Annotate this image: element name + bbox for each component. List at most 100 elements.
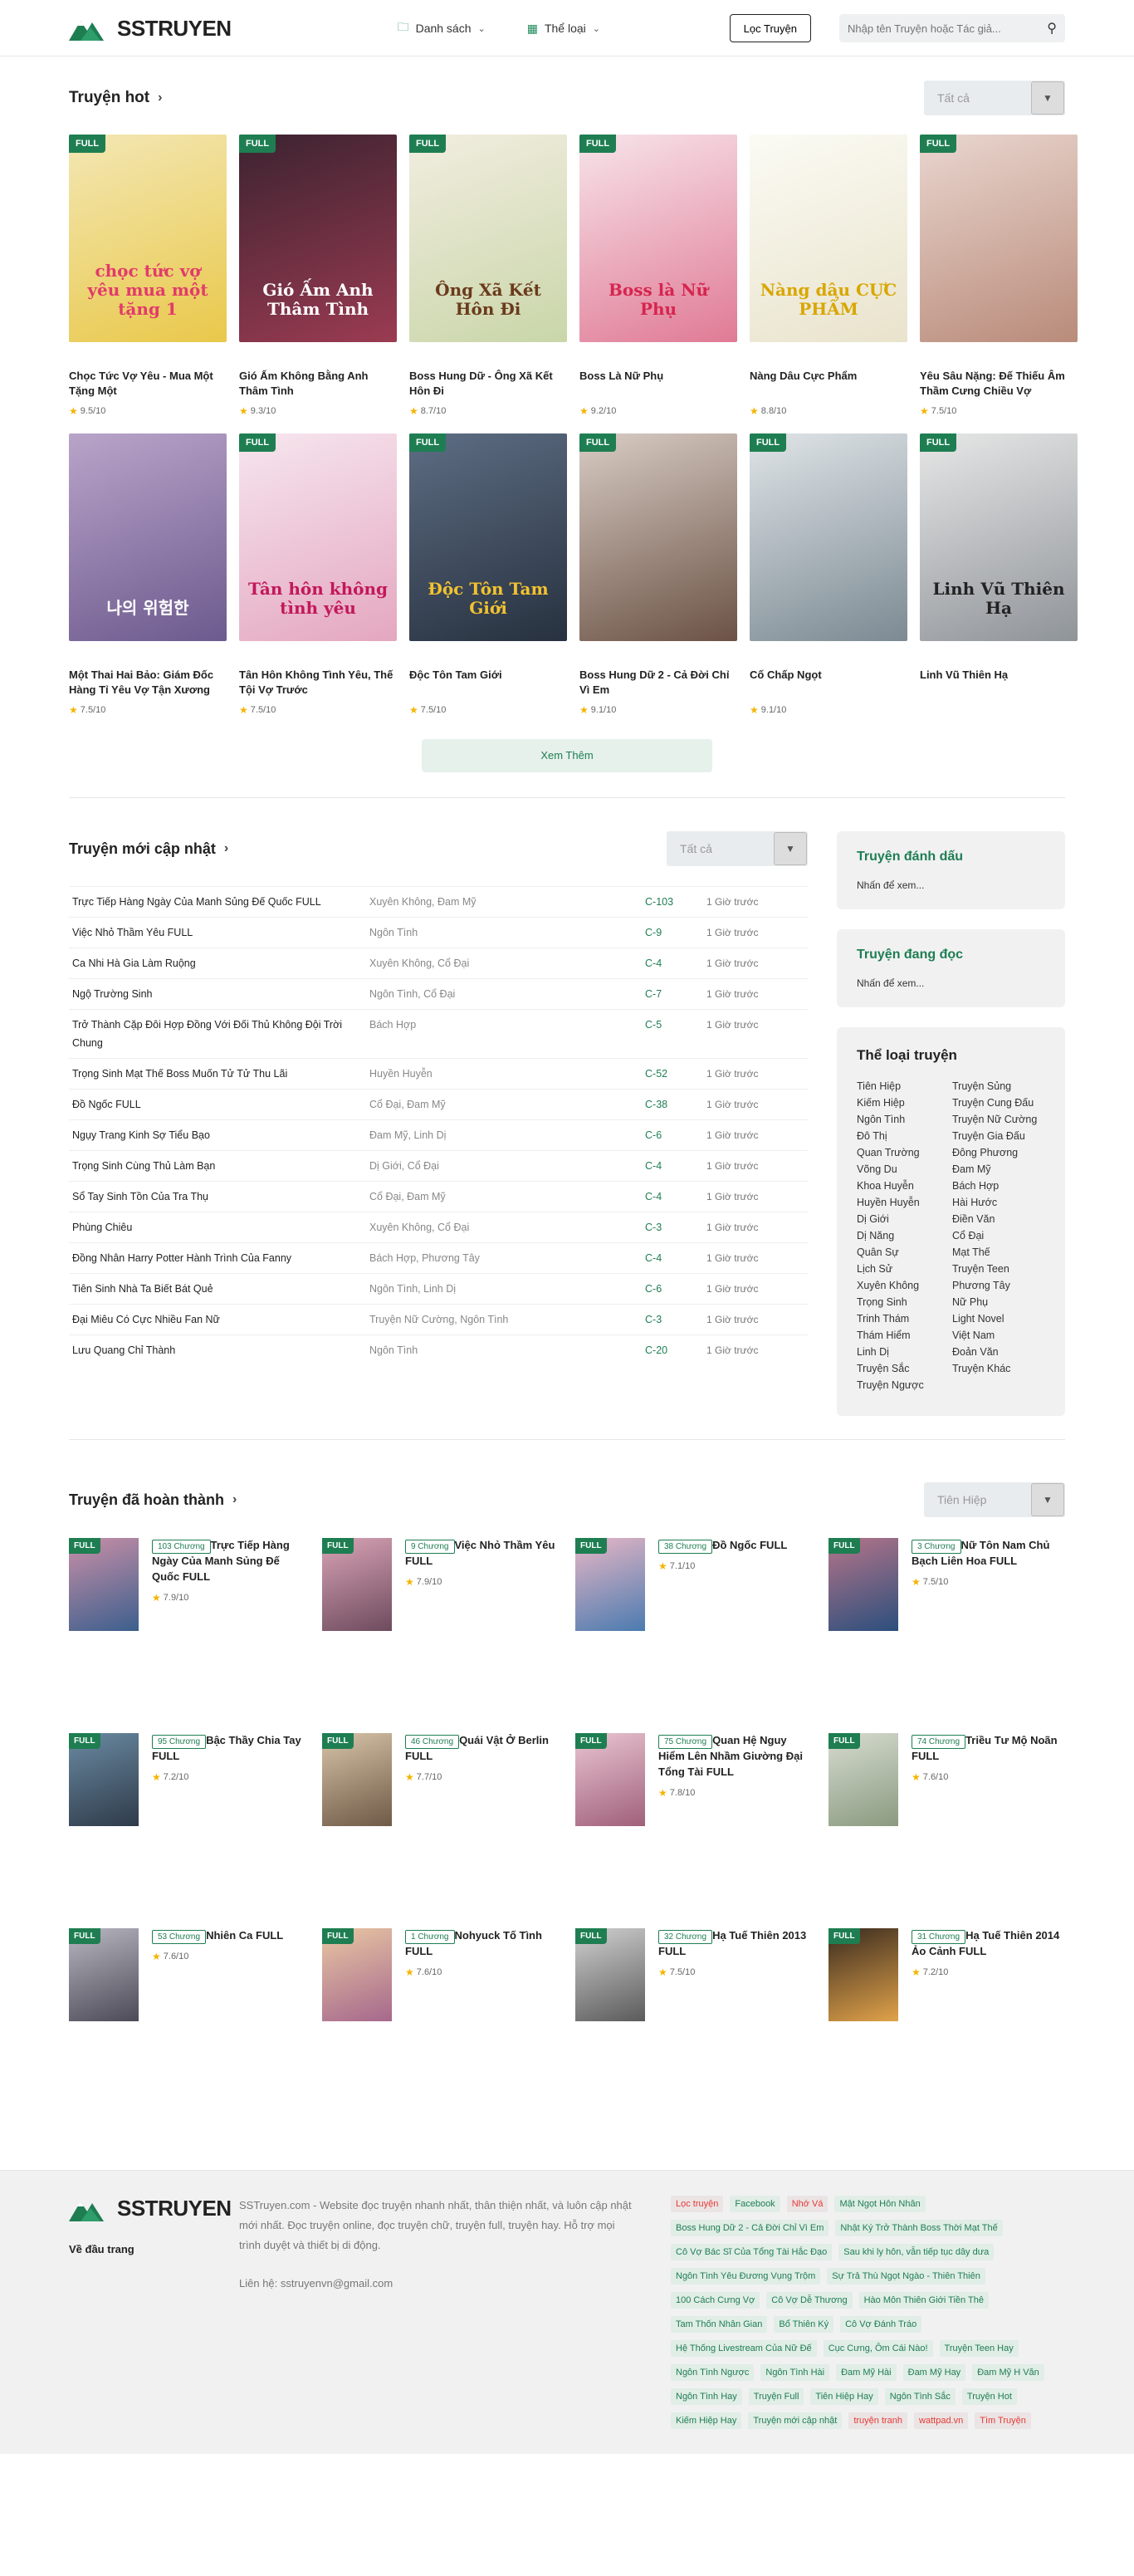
footer-tag-link[interactable]: Cô Vợ Đánh Tráo (840, 2316, 922, 2333)
site-logo[interactable]: SSTRUYEN (69, 16, 232, 42)
story-title[interactable]: Nàng Dâu Cực Phẩm (750, 369, 907, 399)
story-cover[interactable]: FULL Gió Ấm Anh Thâm Tình (239, 135, 397, 342)
footer-tag-link[interactable]: truyện tranh (848, 2412, 908, 2429)
story-title[interactable]: Chọc Tức Vợ Yêu - Mua Một Tặng Một (69, 369, 227, 399)
category-link[interactable]: Cổ Đại (952, 1230, 1048, 1241)
story-card[interactable]: FULL Gió Ấm Anh Thâm Tình Gió Ấm Không Bằn… (239, 135, 397, 417)
footer-tag-link[interactable]: Tìm Truyện (975, 2412, 1031, 2429)
story-title[interactable]: Boss Là Nữ Phụ (579, 369, 737, 399)
story-cover[interactable]: FULL (575, 1928, 645, 2021)
category-link[interactable]: Linh Dị (857, 1346, 952, 1358)
story-genres[interactable]: Xuyên Không, Cổ Đại (369, 1218, 645, 1237)
story-cover[interactable]: FULL (322, 1538, 392, 1631)
footer-tag-link[interactable]: Boss Hung Dữ 2 - Cả Đời Chỉ Vì Em (671, 2220, 829, 2236)
story-title[interactable]: Boss Hung Dữ - Ông Xã Kết Hôn Đi (409, 369, 567, 399)
story-genres[interactable]: Đam Mỹ, Linh Dị (369, 1126, 645, 1144)
reading-stories-box[interactable]: Truyện đang đọc Nhấn để xem... (837, 929, 1065, 1007)
story-title[interactable]: Đồ Ngốc FULL (712, 1539, 787, 1551)
chapter-link[interactable]: C-38 (645, 1095, 706, 1114)
story-name-link[interactable]: Trở Thành Cặp Đôi Hợp Đồng Với Đối Thủ K… (72, 1016, 369, 1052)
footer-tag-link[interactable]: Truyện Hot (961, 2388, 1017, 2405)
story-title[interactable]: Yêu Sâu Nặng: Đế Thiếu Âm Thầm Cưng Chiề… (920, 369, 1078, 399)
footer-tag-link[interactable]: Ngôn Tình Ngược (671, 2364, 755, 2381)
story-cover[interactable]: Nàng dâu CỰC PHẨM (750, 135, 907, 342)
footer-tag-link[interactable]: Cô Vợ Bác Sĩ Của Tổng Tài Hắc Đạo (671, 2244, 833, 2260)
story-title[interactable]: Gió Ấm Không Bằng Anh Thâm Tình (239, 369, 397, 399)
footer-tag-link[interactable]: Truyện Teen Hay (939, 2340, 1019, 2357)
story-cover[interactable]: FULL Linh Vũ Thiên Hạ (920, 433, 1078, 641)
category-link[interactable]: Bách Hợp (952, 1180, 1048, 1192)
story-cover[interactable]: FULL (322, 1928, 392, 2021)
story-cover[interactable]: FULL Ông Xã Kết Hôn Đi (409, 135, 567, 342)
category-link[interactable]: Dị Giới (857, 1213, 952, 1225)
story-cover[interactable]: FULL (579, 433, 737, 641)
footer-tag-link[interactable]: Sự Trả Thù Ngọt Ngào - Thiên Thiên (827, 2268, 985, 2285)
category-link[interactable]: Hài Hước (952, 1197, 1048, 1208)
story-name-link[interactable]: Lưu Quang Chỉ Thành (72, 1341, 369, 1359)
category-link[interactable]: Việt Nam (952, 1330, 1048, 1341)
footer-tag-link[interactable]: Truyện Full (748, 2388, 804, 2405)
footer-tag-link[interactable]: Ngôn Tình Yêu Đương Vụng Trộm (671, 2268, 821, 2285)
story-cover[interactable]: FULL (322, 1733, 392, 1826)
footer-tag-link[interactable]: Cục Cưng, Ôm Cái Nào! (823, 2340, 933, 2357)
story-name-link[interactable]: Trực Tiếp Hàng Ngày Của Manh Sủng Đế Quố… (72, 893, 369, 911)
chapter-link[interactable]: C-3 (645, 1218, 706, 1237)
story-card[interactable]: FULL chọc tức vợ yêu mua một tặng 1 Chọc T… (69, 135, 227, 417)
see-more-button[interactable]: Xem Thêm (422, 739, 712, 772)
story-genres[interactable]: Dị Giới, Cổ Đại (369, 1157, 645, 1175)
footer-tag-link[interactable]: Đam Mỹ Hài (836, 2364, 897, 2381)
footer-tag-link[interactable]: Đam Mỹ H Văn (972, 2364, 1044, 2381)
footer-tag-link[interactable]: Đam Mỹ Hay (902, 2364, 966, 2381)
footer-tag-link[interactable]: Mật Ngọt Hôn Nhân (834, 2196, 926, 2212)
category-link[interactable]: Đam Mỹ (952, 1163, 1048, 1175)
story-cover[interactable]: FULL Tân hôn không tình yêu (239, 433, 397, 641)
hot-section-title[interactable]: Truyện hot › (69, 89, 162, 107)
story-name-link[interactable]: Ca Nhi Hà Gia Làm Ruộng (72, 954, 369, 972)
story-card[interactable]: 나의 위험한 Một Thai Hai Bảo: Giám Đốc Hàng Tỉ… (69, 433, 227, 716)
footer-tag-link[interactable]: Tam Thốn Nhân Gian (671, 2316, 768, 2333)
footer-tag-link[interactable]: Nhớ Vá (786, 2196, 829, 2212)
story-name-link[interactable]: Đồng Nhân Harry Potter Hành Trình Của Fa… (72, 1249, 369, 1267)
category-link[interactable]: Mạt Thế (952, 1246, 1048, 1258)
story-cover[interactable]: FULL (575, 1538, 645, 1631)
category-link[interactable]: Thám Hiểm (857, 1330, 952, 1341)
category-link[interactable]: Khoa Huyễn (857, 1180, 952, 1192)
category-link[interactable]: Truyện Sủng (952, 1080, 1048, 1092)
story-card[interactable]: FULL Ông Xã Kết Hôn Đi Boss Hung Dữ - Ông … (409, 135, 567, 417)
completed-genre-select[interactable]: Tiên Hiệp ▼ (924, 1482, 1065, 1517)
story-card[interactable]: FULL Boss là Nữ Phụ Boss Là Nữ Phụ ★ 9.2/10 (579, 135, 737, 417)
category-link[interactable]: Nữ Phụ (952, 1296, 1048, 1308)
chapter-link[interactable]: C-4 (645, 1249, 706, 1267)
chapter-link[interactable]: C-3 (645, 1310, 706, 1329)
new-updates-title[interactable]: Truyện mới cập nhật › (69, 840, 228, 858)
category-link[interactable]: Đô Thị (857, 1130, 952, 1142)
story-genres[interactable]: Bách Hợp (369, 1016, 645, 1034)
chapter-link[interactable]: C-6 (645, 1280, 706, 1298)
story-cover[interactable]: FULL (69, 1928, 139, 2021)
updates-genre-select[interactable]: Tất cả ▼ (667, 831, 808, 866)
story-cover[interactable]: FULL (69, 1538, 139, 1631)
story-title[interactable]: Linh Vũ Thiên Hạ (920, 668, 1078, 698)
story-name-link[interactable]: Việc Nhỏ Thầm Yêu FULL (72, 923, 369, 942)
story-card[interactable]: FULL Yêu Sâu Nặng: Đế Thiếu Âm Thầm Cưng … (920, 135, 1078, 417)
footer-tag-link[interactable]: Kiếm Hiệp Hay (671, 2412, 742, 2429)
story-cover[interactable]: FULL (920, 135, 1078, 342)
story-title[interactable]: Boss Hung Dữ 2 - Cả Đời Chỉ Vì Em (579, 668, 737, 698)
story-genres[interactable]: Truyện Nữ Cường, Ngôn Tình (369, 1310, 645, 1329)
category-link[interactable]: Quân Sự (857, 1246, 952, 1258)
chapter-link[interactable]: C-9 (645, 923, 706, 942)
completed-section-title[interactable]: Truyện đã hoàn thành › (69, 1491, 237, 1509)
category-link[interactable]: Đông Phương (952, 1147, 1048, 1158)
story-card[interactable]: FULL Boss Hung Dữ 2 - Cả Đời Chỉ Vì Em ★ 9.… (579, 433, 737, 716)
chapter-link[interactable]: C-4 (645, 954, 706, 972)
story-name-link[interactable]: Đại Miêu Có Cực Nhiều Fan Nữ (72, 1310, 369, 1329)
category-link[interactable]: Phương Tây (952, 1280, 1048, 1291)
category-link[interactable]: Truyện Teen (952, 1263, 1048, 1275)
category-link[interactable]: Điền Văn (952, 1213, 1048, 1225)
category-link[interactable]: Dị Năng (857, 1230, 952, 1241)
story-title[interactable]: Cố Chấp Ngọt (750, 668, 907, 698)
chapter-link[interactable]: C-103 (645, 893, 706, 911)
chapter-link[interactable]: C-7 (645, 985, 706, 1003)
story-title[interactable]: Tân Hôn Không Tình Yêu, Thế Tội Vợ Trước (239, 668, 397, 698)
story-cover[interactable]: 나의 위험한 (69, 433, 227, 641)
